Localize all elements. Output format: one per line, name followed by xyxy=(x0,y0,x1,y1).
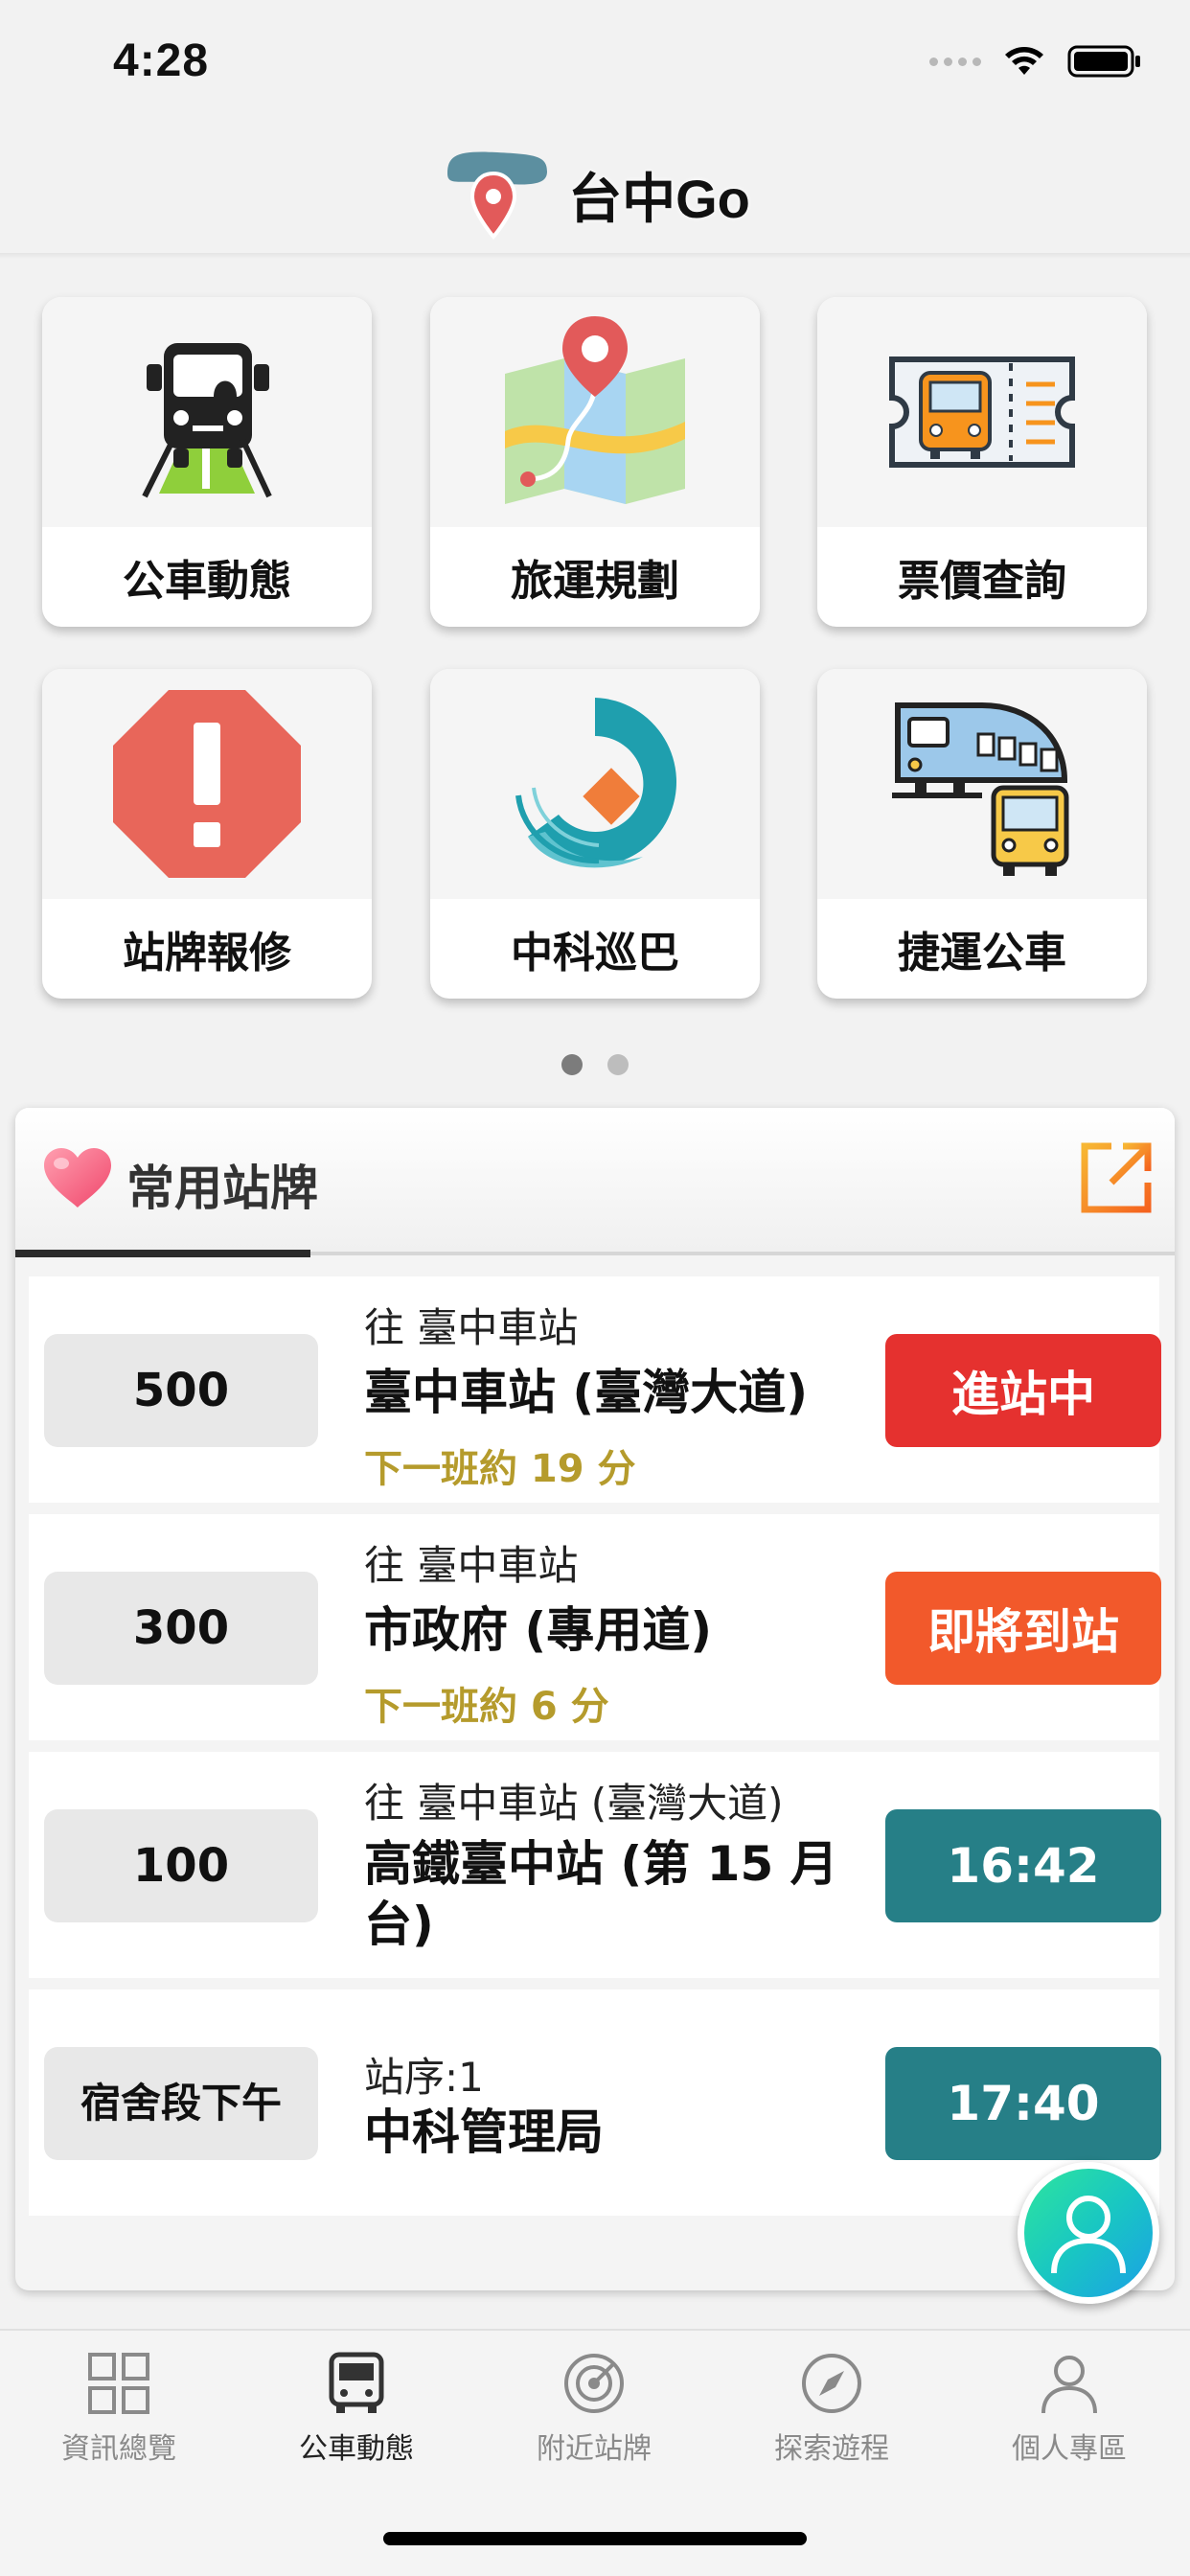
favorite-row[interactable]: 300 往 臺中車站 市政府 (專用道) 下一班約 6 分 即將到站 xyxy=(29,1514,1161,1740)
destination-text: 往 臺中車站 (臺灣大道) xyxy=(364,1780,784,1827)
tab-overview[interactable]: 資訊總覽 xyxy=(0,2352,238,2486)
next-bus-text: 下一班約 19 分 xyxy=(364,1447,636,1491)
favorite-stops-card: 常用站牌 500 往 臺中車站 臺中車站 (臺灣大道) 下一班約 19 分 進站… xyxy=(15,1108,1175,2290)
tile-bus-status[interactable]: 公車動態 xyxy=(42,297,372,627)
tab-label: 資訊總覽 xyxy=(61,2432,176,2466)
app-screen: 4:28 台中Go 公車動態 旅運規劃 票價查詢 站牌報修 中科巡巴 捷運公車 … xyxy=(0,0,1190,2576)
favorite-row[interactable]: 500 往 臺中車站 臺中車站 (臺灣大道) 下一班約 19 分 進站中 xyxy=(29,1276,1161,1503)
bus-front-icon xyxy=(142,343,272,498)
signal-icon xyxy=(929,57,981,66)
status-time: 4:28 xyxy=(113,35,210,86)
stop-name: 市政府 (專用道) xyxy=(364,1602,713,1658)
tile-stop-repair[interactable]: 站牌報修 xyxy=(42,669,372,999)
route-badge: 500 xyxy=(44,1334,318,1447)
tile-label: 旅運規劃 xyxy=(511,557,679,606)
tab-label: 公車動態 xyxy=(299,2432,414,2466)
home-indicator[interactable] xyxy=(383,2532,807,2545)
stop-name: 中科管理局 xyxy=(364,2104,604,2160)
tab-explore-tours[interactable]: 探索遊程 xyxy=(713,2352,950,2486)
eta-badge: 16:42 xyxy=(885,1809,1161,1922)
map-pin-icon xyxy=(505,316,685,504)
compass-icon xyxy=(802,2354,861,2413)
route-badge: 100 xyxy=(44,1809,318,1922)
tile-fare-inquiry[interactable]: 票價查詢 xyxy=(817,297,1147,627)
page-dot-1[interactable] xyxy=(561,1054,583,1075)
destination-text: 往 臺中車站 xyxy=(364,1542,579,1589)
eta-badge: 17:40 xyxy=(885,2047,1161,2160)
stop-name: 高鐵臺中站 (第 15 月台) xyxy=(364,1836,838,1952)
tile-science-park-shuttle[interactable]: 中科巡巴 xyxy=(430,669,760,999)
tab-bus-status[interactable]: 公車動態 xyxy=(238,2352,475,2486)
tab-nearby-stops[interactable]: 附近站牌 xyxy=(475,2352,713,2486)
tab-label: 附近站牌 xyxy=(537,2432,652,2466)
open-external-icon[interactable] xyxy=(1079,1140,1154,1215)
header-divider xyxy=(0,253,1190,259)
profile-fab-button[interactable] xyxy=(1018,2162,1159,2304)
destination-text: 往 臺中車站 xyxy=(364,1304,579,1351)
tile-trip-planner[interactable]: 旅運規劃 xyxy=(430,297,760,627)
status-bar: 4:28 xyxy=(0,0,1190,134)
ticket-icon xyxy=(889,356,1075,468)
app-logo-icon xyxy=(447,151,548,241)
tile-label: 公車動態 xyxy=(123,557,291,606)
status-icons xyxy=(929,44,1142,79)
tile-label: 站牌報修 xyxy=(123,929,291,978)
heart-icon xyxy=(44,1148,111,1208)
stop-name: 臺中車站 (臺灣大道) xyxy=(364,1365,809,1420)
route-badge: 宿舍段下午 xyxy=(44,2047,318,2160)
person-icon xyxy=(1041,2356,1097,2414)
favorite-stops-header: 常用站牌 xyxy=(15,1108,1175,1252)
warning-octagon-icon xyxy=(113,690,301,878)
page-indicator[interactable] xyxy=(0,1054,1190,1075)
tab-label: 探索遊程 xyxy=(774,2432,889,2466)
battery-icon xyxy=(1067,45,1140,78)
favorite-row[interactable]: 宿舍段下午 站序:1 中科管理局 17:40 xyxy=(29,1990,1161,2216)
wifi-icon xyxy=(1005,47,1043,75)
favorite-row[interactable]: 100 往 臺中車站 (臺灣大道) 高鐵臺中站 (第 15 月台) 16:42 xyxy=(29,1752,1161,1978)
stop-sequence-text: 站序:1 xyxy=(364,2054,484,2101)
page-dot-2[interactable] xyxy=(607,1054,629,1075)
next-bus-text: 下一班約 6 分 xyxy=(364,1685,609,1729)
route-badge: 300 xyxy=(44,1572,318,1685)
tab-underline-active xyxy=(15,1250,310,1257)
science-park-logo-icon xyxy=(515,698,677,868)
tile-label: 捷運公車 xyxy=(898,929,1066,978)
tab-label: 個人專區 xyxy=(1012,2432,1127,2466)
favorite-stops-title: 常用站牌 xyxy=(126,1161,318,1216)
tile-label: 中科巡巴 xyxy=(511,929,679,978)
tab-personal[interactable]: 個人專區 xyxy=(950,2352,1188,2486)
bus-icon xyxy=(329,2352,384,2413)
app-header: 台中Go xyxy=(0,134,1190,255)
radar-icon xyxy=(564,2354,624,2413)
tile-metro-bus[interactable]: 捷運公車 xyxy=(817,669,1147,999)
person-icon xyxy=(1051,2196,1126,2274)
eta-badge: 即將到站 xyxy=(885,1572,1161,1685)
eta-badge: 進站中 xyxy=(885,1334,1161,1447)
tile-label: 票價查詢 xyxy=(898,557,1066,606)
app-title: 台中Go xyxy=(568,168,750,229)
metro-bus-icon xyxy=(892,702,1069,876)
grid-icon xyxy=(88,2353,149,2414)
